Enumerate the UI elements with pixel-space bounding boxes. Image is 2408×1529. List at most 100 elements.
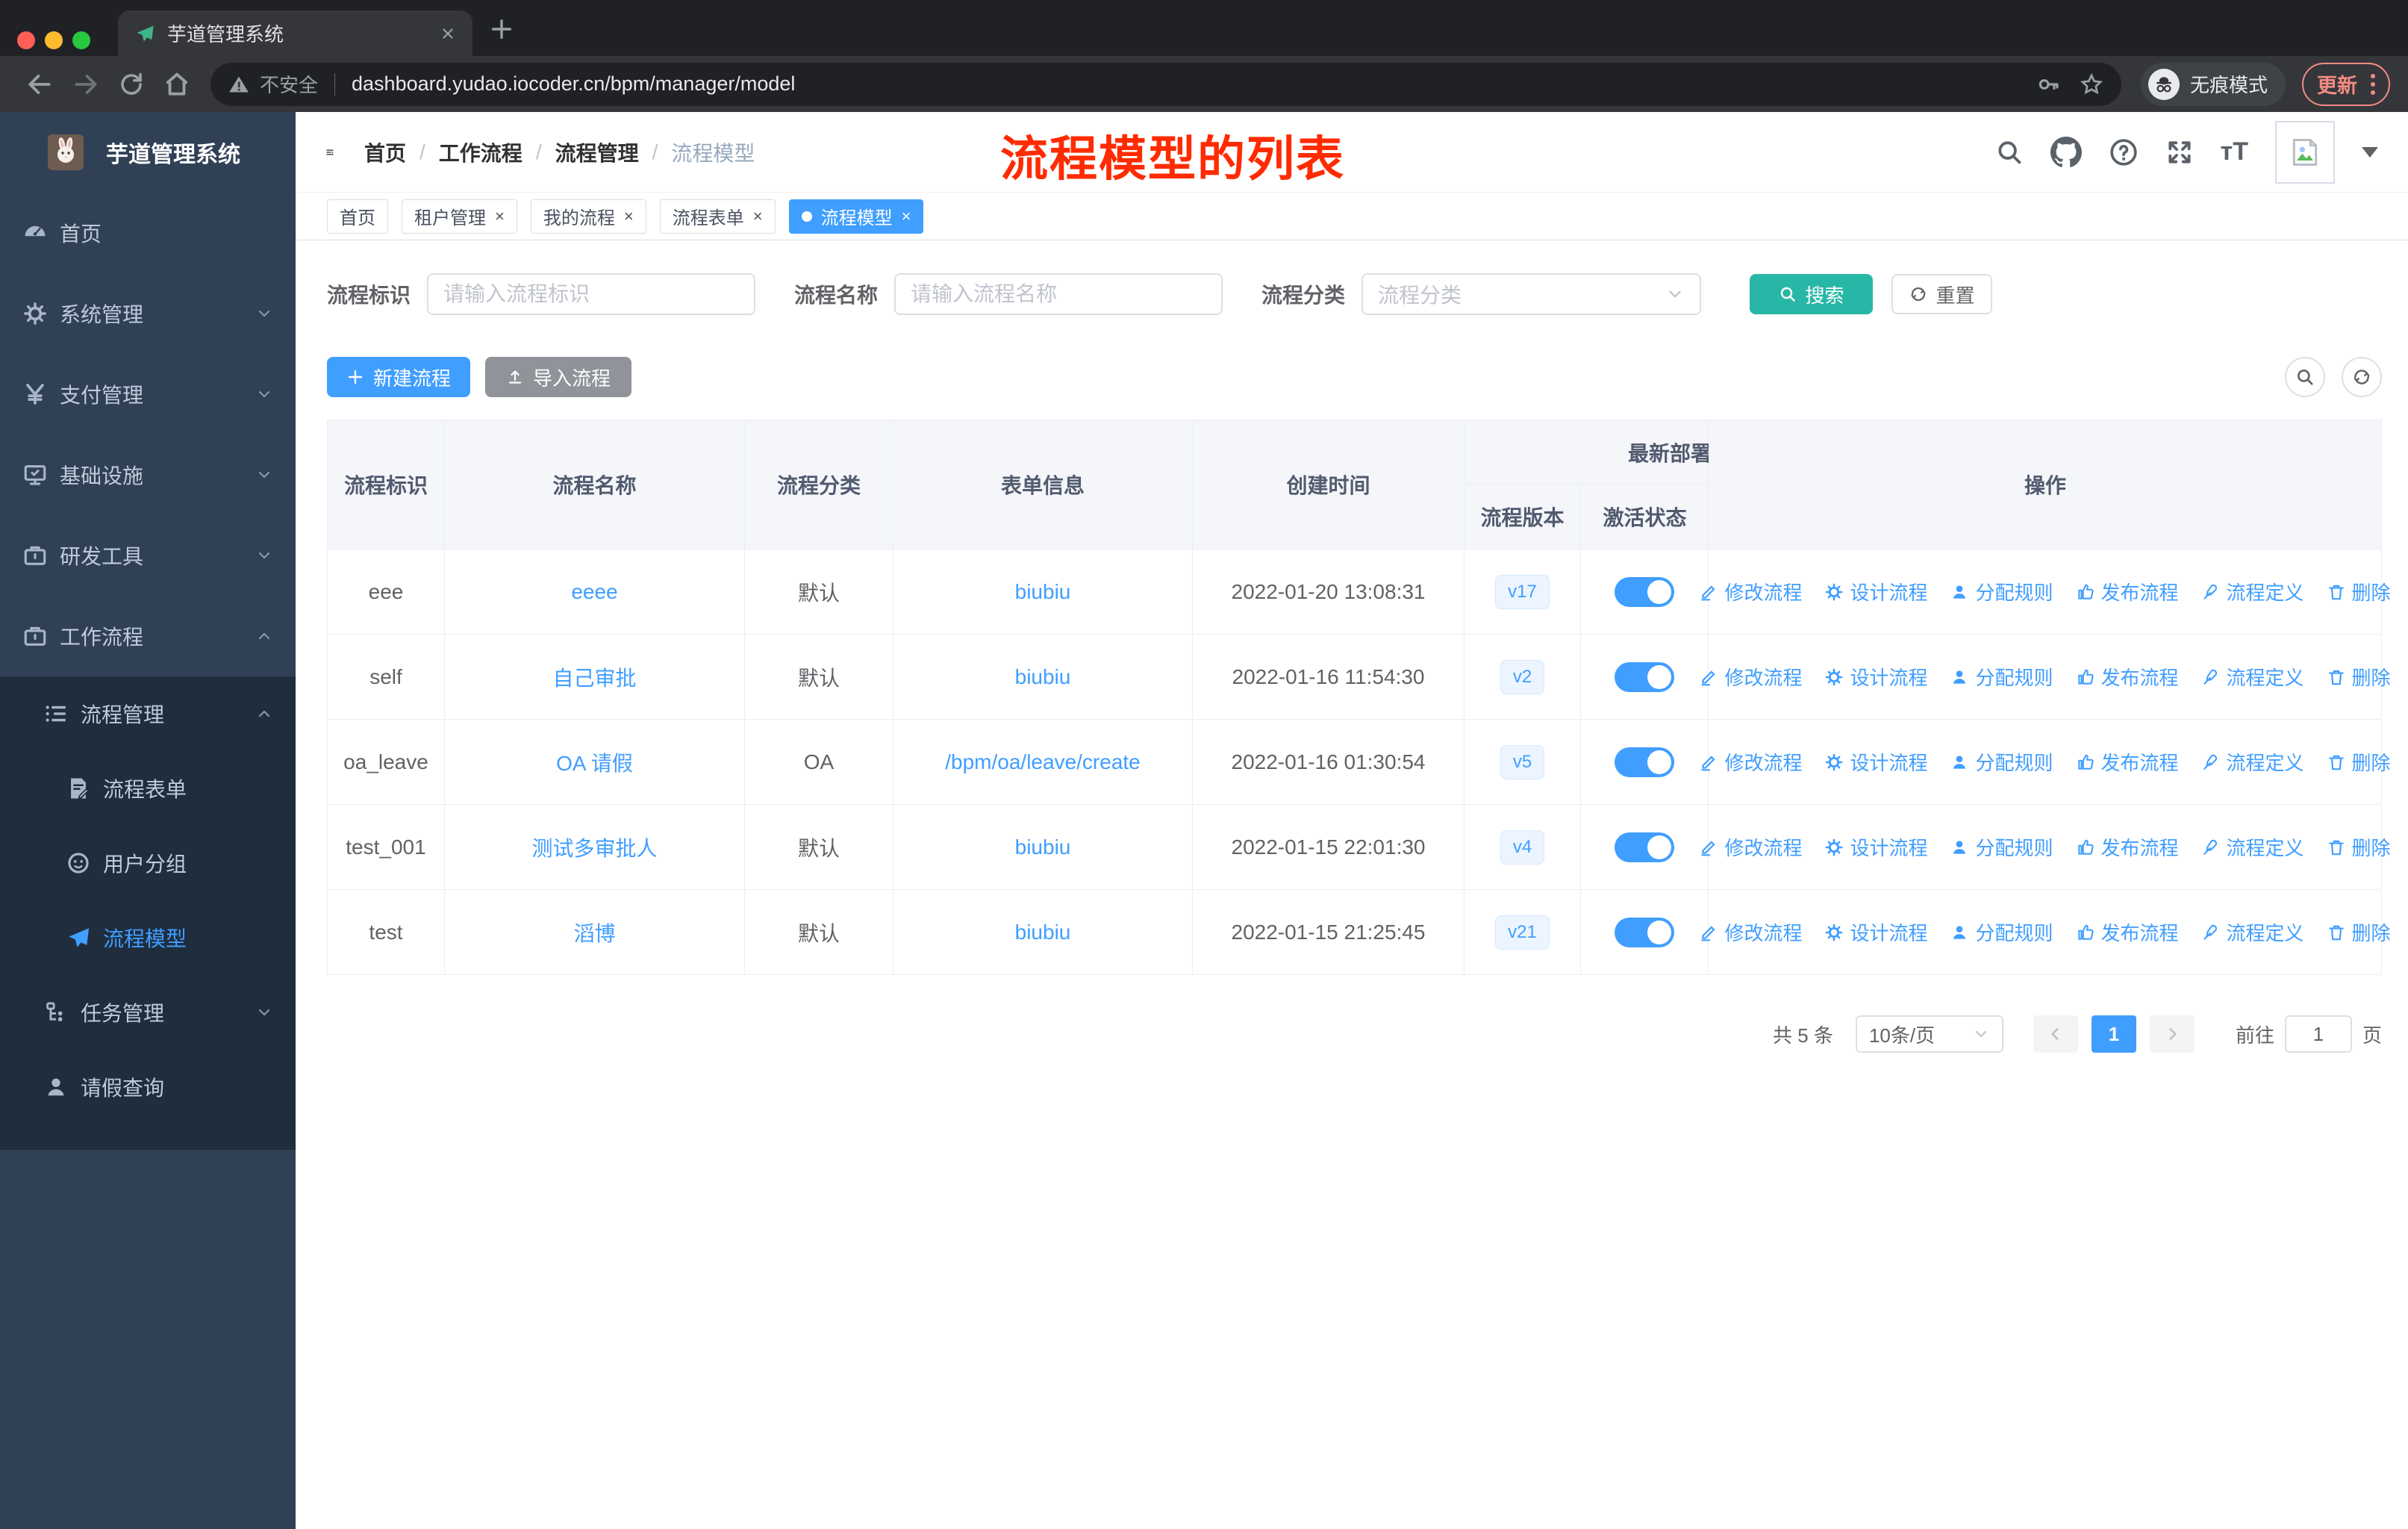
delete-process-link[interactable]: 删除 [2327, 748, 2391, 776]
delete-process-link[interactable]: 删除 [2327, 918, 2391, 946]
process-name-link[interactable]: eeee [571, 580, 617, 604]
process-category-select[interactable]: 流程分类 [1361, 273, 1702, 315]
browser-tab[interactable]: 芋道管理系统 [118, 10, 472, 56]
design-process-link[interactable]: 设计流程 [1824, 833, 1927, 861]
process-definition-link[interactable]: 流程定义 [2201, 748, 2304, 776]
edit-process-link[interactable]: 修改流程 [1699, 918, 1802, 946]
app-logo[interactable]: 芋道管理系统 [0, 112, 296, 193]
goto-page-input[interactable] [2284, 1015, 2352, 1053]
tag-close-icon[interactable]: × [902, 207, 911, 226]
sidebar-item-process-model[interactable]: 流程模型 [0, 900, 296, 975]
active-toggle[interactable] [1615, 576, 1674, 607]
fullscreen-icon[interactable] [2165, 138, 2194, 166]
breadcrumb-workflow[interactable]: 工作流程 [439, 137, 523, 167]
tab-close-icon[interactable] [440, 25, 456, 42]
font-size-icon[interactable]: тT [2221, 137, 2248, 166]
edit-process-link[interactable]: 修改流程 [1699, 663, 1802, 691]
sidebar-item-devtools[interactable]: 研发工具 [0, 515, 296, 596]
assign-rule-link[interactable]: 分配规则 [1950, 833, 2053, 861]
publish-process-link[interactable]: 发布流程 [2076, 833, 2179, 861]
back-icon[interactable] [25, 70, 54, 99]
reset-button[interactable]: 重置 [1891, 274, 1993, 314]
search-button[interactable]: 搜索 [1750, 274, 1874, 314]
address-bar[interactable]: 不安全 dashboard.yudao.iocoder.cn/bpm/manag… [210, 62, 2121, 106]
form-info-link[interactable]: biubiu [1015, 580, 1071, 604]
form-info-link[interactable]: biubiu [1015, 921, 1071, 944]
reload-icon[interactable] [118, 71, 145, 98]
user-menu-caret-icon[interactable] [2362, 146, 2378, 158]
design-process-link[interactable]: 设计流程 [1824, 918, 1927, 946]
assign-rule-link[interactable]: 分配规则 [1950, 663, 2053, 691]
delete-process-link[interactable]: 删除 [2327, 833, 2391, 861]
window-controls[interactable] [17, 31, 90, 49]
process-name-link[interactable]: 自己审批 [552, 662, 636, 692]
tag-home[interactable]: 首页 [327, 199, 388, 234]
tag-close-icon[interactable]: × [624, 207, 634, 226]
page-size-select[interactable]: 10条/页 [1855, 1015, 2003, 1053]
process-definition-link[interactable]: 流程定义 [2201, 918, 2304, 946]
sidebar-item-process-management[interactable]: 流程管理 [0, 676, 296, 751]
publish-process-link[interactable]: 发布流程 [2076, 748, 2179, 776]
process-name-link[interactable]: 滔博 [573, 918, 615, 947]
process-definition-link[interactable]: 流程定义 [2201, 833, 2304, 861]
sidebar-item-task-management[interactable]: 任务管理 [0, 975, 296, 1050]
design-process-link[interactable]: 设计流程 [1824, 748, 1927, 776]
tag-process-model[interactable]: 流程模型 × [788, 199, 924, 234]
design-process-link[interactable]: 设计流程 [1824, 663, 1927, 691]
avatar[interactable] [2275, 120, 2335, 184]
tag-close-icon[interactable]: × [753, 207, 763, 226]
delete-process-link[interactable]: 删除 [2327, 578, 2391, 605]
sidebar-item-user-group[interactable]: 用户分组 [0, 826, 296, 900]
process-name-input[interactable] [894, 273, 1223, 315]
zoom-window-button[interactable] [72, 31, 90, 49]
active-toggle[interactable] [1615, 917, 1674, 947]
active-toggle[interactable] [1615, 832, 1674, 862]
form-info-link[interactable]: /bpm/oa/leave/create [945, 750, 1141, 774]
next-page-button[interactable] [2149, 1015, 2195, 1053]
delete-process-link[interactable]: 删除 [2327, 663, 2391, 691]
form-info-link[interactable]: biubiu [1015, 665, 1071, 689]
active-toggle[interactable] [1615, 747, 1674, 777]
current-page-button[interactable]: 1 [2091, 1015, 2136, 1053]
sidebar-item-system[interactable]: 系统管理 [0, 273, 296, 354]
github-icon[interactable] [2050, 137, 2082, 168]
home-icon[interactable] [163, 70, 191, 99]
edit-process-link[interactable]: 修改流程 [1699, 578, 1802, 605]
tag-process-form[interactable]: 流程表单 × [659, 199, 776, 234]
edit-process-link[interactable]: 修改流程 [1699, 748, 1802, 776]
hamburger-icon[interactable] [315, 137, 345, 167]
process-id-input[interactable] [427, 273, 756, 315]
assign-rule-link[interactable]: 分配规则 [1950, 748, 2053, 776]
browser-update-button[interactable]: 更新 [2302, 62, 2391, 106]
publish-process-link[interactable]: 发布流程 [2076, 918, 2179, 946]
sidebar-item-process-form[interactable]: 流程表单 [0, 751, 296, 826]
search-icon[interactable] [1995, 138, 2024, 166]
breadcrumb-process-management[interactable]: 流程管理 [555, 137, 639, 167]
publish-process-link[interactable]: 发布流程 [2076, 663, 2179, 691]
active-toggle[interactable] [1615, 661, 1674, 692]
tag-tenant[interactable]: 租户管理 × [402, 199, 517, 234]
sidebar-item-workflow[interactable]: 工作流程 [0, 596, 296, 676]
import-process-button[interactable]: 导入流程 [485, 357, 631, 397]
sidebar-item-infra[interactable]: 基础设施 [0, 435, 296, 515]
prev-page-button[interactable] [2033, 1015, 2078, 1053]
create-process-button[interactable]: 新建流程 [327, 357, 470, 397]
sidebar-item-leave-query[interactable]: 请假查询 [0, 1050, 296, 1124]
password-key-icon[interactable] [2036, 72, 2060, 96]
minimize-window-button[interactable] [45, 31, 63, 49]
browser-menu-icon[interactable] [2371, 73, 2376, 95]
tag-my-process[interactable]: 我的流程 × [530, 199, 646, 234]
process-definition-link[interactable]: 流程定义 [2201, 663, 2304, 691]
process-name-link[interactable]: 测试多审批人 [531, 832, 657, 862]
help-icon[interactable] [2109, 137, 2139, 167]
assign-rule-link[interactable]: 分配规则 [1950, 578, 2053, 605]
breadcrumb-home[interactable]: 首页 [364, 137, 406, 167]
new-tab-button[interactable] [489, 16, 514, 42]
tag-close-icon[interactable]: × [495, 207, 505, 226]
close-window-button[interactable] [17, 31, 35, 49]
refresh-table-button[interactable] [2342, 357, 2382, 397]
toggle-search-button[interactable] [2285, 357, 2325, 397]
sidebar-item-payment[interactable]: 支付管理 [0, 354, 296, 435]
publish-process-link[interactable]: 发布流程 [2076, 578, 2179, 605]
bookmark-star-icon[interactable] [2080, 72, 2103, 96]
